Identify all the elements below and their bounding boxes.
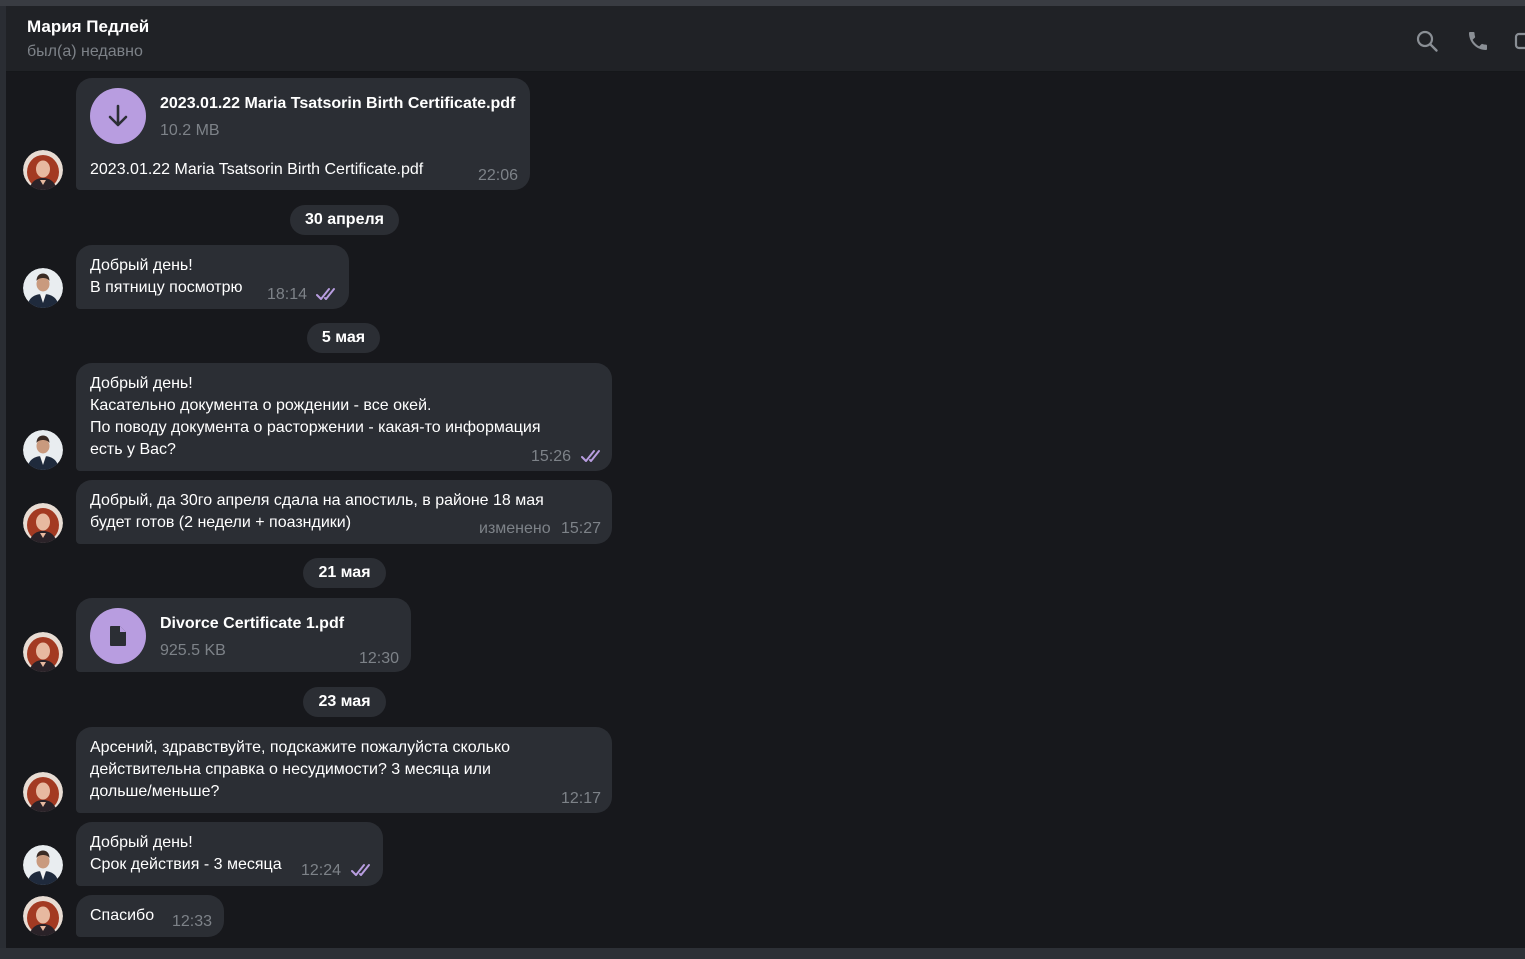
chat-header[interactable]: Мария Педлей был(а) недавно (6, 6, 1525, 72)
file-name[interactable]: Divorce Certificate 1.pdf (160, 613, 344, 635)
message-line: Срок действия - 3 месяца (90, 856, 282, 873)
avatar-arseniy[interactable] (23, 845, 63, 885)
text-message[interactable]: Спасибо 12:33 (76, 895, 224, 937)
message-line: есть у Вас? (90, 441, 176, 458)
avatar-maria[interactable] (23, 772, 63, 812)
message-time: 18:14 (267, 286, 308, 303)
file-message[interactable]: Divorce Certificate 1.pdf 925.5 KB 12:30 (76, 598, 411, 672)
edited-label: изменено (479, 520, 551, 537)
double-check-icon (581, 449, 605, 463)
file-size: 925.5 KB (160, 642, 226, 659)
contact-status: был(а) недавно (27, 43, 143, 60)
message-time: 15:27 (561, 520, 602, 537)
contact-name[interactable]: Мария Педлей (27, 17, 149, 37)
text-message[interactable]: Добрый день! Срок действия - 3 месяца 12… (76, 822, 383, 886)
double-check-icon (351, 863, 375, 877)
avatar-maria[interactable] (23, 896, 63, 936)
avatar-maria[interactable] (23, 150, 63, 190)
text-message[interactable]: Арсений, здравствуйте, подскажите пожалу… (76, 727, 612, 813)
message-line: Добрый день! (90, 375, 193, 392)
message-line: По поводу документа о расторжении - кака… (90, 419, 541, 436)
date-separator: 23 мая (303, 687, 386, 717)
message-time: 22:06 (478, 167, 519, 184)
double-check-icon (316, 287, 340, 301)
message-time: 12:30 (359, 650, 400, 667)
search-icon[interactable] (1415, 29, 1439, 53)
message-time: 12:24 (301, 862, 342, 879)
file-message[interactable]: 2023.01.22 Maria Tsatsorin Birth Certifi… (76, 78, 530, 190)
avatar-arseniy[interactable] (23, 268, 63, 308)
message-line: Арсений, здравствуйте, подскажите пожалу… (90, 739, 511, 756)
document-icon[interactable] (90, 608, 146, 664)
message-time: 12:17 (561, 790, 602, 807)
avatar-maria[interactable] (23, 632, 63, 672)
avatar-arseniy[interactable] (23, 430, 63, 470)
message-time: 15:26 (531, 448, 572, 465)
phone-icon[interactable] (1466, 29, 1490, 53)
avatar-maria[interactable] (23, 503, 63, 543)
text-message[interactable]: Добрый, да 30го апреля сдала на апостиль… (76, 480, 612, 544)
date-separator: 21 мая (303, 558, 386, 588)
file-name[interactable]: 2023.01.22 Maria Tsatsorin Birth Certifi… (160, 93, 515, 115)
message-line: В пятницу посмотрю (90, 279, 243, 296)
text-message[interactable]: Добрый день! В пятницу посмотрю 18:14 (76, 245, 349, 309)
message-list[interactable]: 2023.01.22 Maria Tsatsorin Birth Certifi… (6, 72, 1525, 948)
message-line: Спасибо (90, 907, 155, 924)
file-size: 10.2 MB (160, 122, 220, 139)
download-icon[interactable] (90, 88, 146, 144)
message-line: действительна справка о несудимости? 3 м… (90, 761, 491, 778)
date-separator: 5 мая (307, 323, 380, 353)
message-line: Добрый, да 30го апреля сдала на апостиль… (90, 492, 544, 509)
video-icon[interactable] (1514, 29, 1525, 53)
text-message[interactable]: Добрый день! Касательно документа о рожд… (76, 363, 612, 471)
date-separator: 30 апреля (290, 205, 399, 235)
message-time: 12:33 (172, 913, 213, 930)
message-line: Добрый день! (90, 257, 193, 274)
message-line: дольше/меньше? (90, 783, 220, 800)
message-line: Касательно документа о рождении - все ок… (90, 397, 432, 414)
message-line: будет готов (2 недели + поазндики) (90, 514, 352, 531)
message-line: Добрый день! (90, 834, 193, 851)
message-caption: 2023.01.22 Maria Tsatsorin Birth Certifi… (90, 161, 424, 178)
window-bottom-strip (0, 948, 1525, 959)
